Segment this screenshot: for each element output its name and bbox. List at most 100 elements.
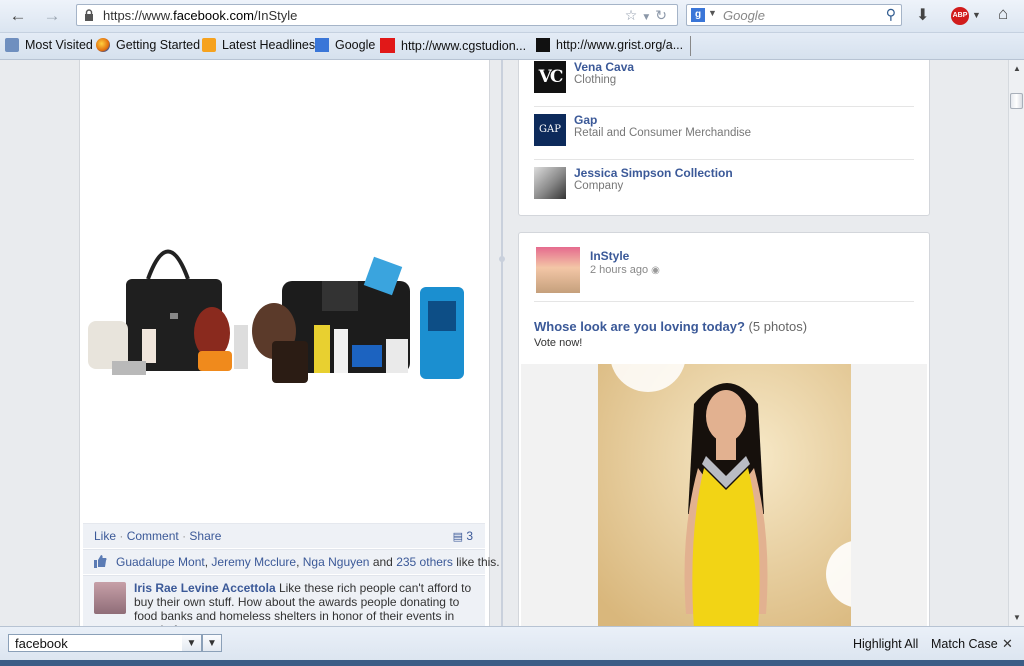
globe-icon: ◉ <box>651 265 660 276</box>
vertical-scrollbar[interactable]: ▲ ▼ <box>1008 60 1024 626</box>
bookmarks-separator <box>690 36 691 56</box>
page-name[interactable]: Jessica Simpson Collection <box>574 166 733 180</box>
find-input[interactable]: facebook <box>8 634 202 652</box>
likes-text: Guadalupe Mont, Jeremy Mcclure, Nga Nguy… <box>116 555 500 569</box>
home-icon[interactable]: ⌂ <box>998 4 1008 24</box>
search-bar[interactable]: g ▼ Google ⚲ <box>686 4 902 26</box>
commenter-avatar[interactable] <box>94 582 126 614</box>
page-category: Clothing <box>574 74 617 86</box>
liker-link[interactable]: Jeremy Mcclure <box>211 555 296 569</box>
navigation-toolbar: ← → https://www.facebook.com/InStyle ☆▼↻… <box>0 0 1024 33</box>
os-taskbar <box>0 660 1024 666</box>
bookmark-label: http://www.cgstudion... <box>401 39 527 53</box>
bookmark-getting-started[interactable]: Getting Started <box>96 38 200 54</box>
comment-link[interactable]: Comment <box>127 529 179 543</box>
divider <box>534 301 914 302</box>
like-link[interactable]: Like <box>94 529 116 543</box>
engine-dropdown-icon[interactable]: ▼ <box>708 8 717 18</box>
rss-icon <box>202 38 216 52</box>
photo-frame <box>521 364 927 626</box>
page-name[interactable]: Vena Cava <box>574 60 634 74</box>
highlight-all-button[interactable]: Highlight All <box>853 637 918 651</box>
red-square-icon <box>380 38 395 53</box>
url-bar[interactable]: https://www.facebook.com/InStyle ☆▼↻ <box>76 4 678 26</box>
bookmark-label: Google <box>335 38 376 52</box>
lock-icon <box>85 9 93 21</box>
search-magnifier-icon[interactable]: ⚲ <box>886 6 896 23</box>
photo-count: (5 photos) <box>748 319 808 334</box>
google-engine-icon[interactable]: g <box>691 8 705 22</box>
bookmark-label: Latest Headlines <box>222 38 316 52</box>
gap-logo: GAP <box>534 114 566 146</box>
divider <box>534 159 914 160</box>
bookmark-most-visited[interactable]: Most Visited <box>5 38 93 54</box>
bookmark-cgstudion[interactable]: http://www.cgstudion... <box>380 38 526 54</box>
bookmarks-toolbar: Most Visited Getting Started Latest Head… <box>0 33 1024 60</box>
reload-icon[interactable]: ↻ <box>655 7 671 23</box>
comment-body: Iris Rae Levine Accettola Like these ric… <box>134 581 479 626</box>
pages-liked-card: VC Vena Cava Clothing GAP Gap Retail and… <box>518 60 930 216</box>
list-item-jessica-simpson[interactable]: Jessica Simpson Collection Company <box>534 161 914 213</box>
divider <box>534 106 914 107</box>
page-category: Retail and Consumer Merchandise <box>574 127 752 139</box>
post-subtitle: Vote now! <box>534 337 583 349</box>
post-timestamp[interactable]: 2 hours ago ◉ <box>590 264 660 276</box>
left-post-card: Like · Comment · Share ▤ 3 Guadalupe Mon… <box>79 60 500 626</box>
post-time-text: 2 hours ago <box>590 264 649 276</box>
thumbs-up-icon <box>94 555 107 568</box>
comment-count-value: 3 <box>466 529 473 543</box>
action-separator: · <box>119 529 124 543</box>
bookmark-latest-headlines[interactable]: Latest Headlines <box>202 38 315 54</box>
page-viewport: Like · Comment · Share ▤ 3 Guadalupe Mon… <box>0 60 1008 626</box>
page-category: Company <box>574 180 624 192</box>
addon-dropdown-icon[interactable]: ▼ <box>972 10 981 20</box>
post-actions: Like · Comment · Share <box>94 529 221 543</box>
find-next-icon[interactable]: ▼ <box>182 634 202 652</box>
comment-count[interactable]: ▤ 3 <box>453 529 473 543</box>
find-previous-icon[interactable]: ▼ <box>202 634 222 652</box>
dropdown-arrow-icon[interactable]: ▼ <box>641 12 655 23</box>
page-name[interactable]: Gap <box>574 113 597 127</box>
google-icon <box>315 38 329 52</box>
others-link[interactable]: 235 others <box>396 555 453 569</box>
product-photo[interactable] <box>86 221 470 391</box>
find-bar: facebook ▼ ▼ Highlight All Match Case ✕ <box>0 626 1024 661</box>
commenter-name[interactable]: Iris Rae Levine Accettola <box>134 581 276 595</box>
likes-row: Guadalupe Mont, Jeremy Mcclure, Nga Nguy… <box>83 549 500 574</box>
url-actions: ☆▼↻ <box>625 7 671 24</box>
star-bookmark-icon[interactable]: ☆ <box>625 7 642 23</box>
featured-photo[interactable] <box>598 364 851 626</box>
grist-icon <box>536 38 550 52</box>
comment-item: Iris Rae Levine Accettola Like these ric… <box>83 575 485 626</box>
scroll-up-icon[interactable]: ▲ <box>1013 64 1021 73</box>
post-author[interactable]: InStyle <box>590 249 629 263</box>
list-item-vena-cava[interactable]: VC Vena Cava Clothing <box>534 60 914 107</box>
scroll-down-icon[interactable]: ▼ <box>1013 613 1021 622</box>
comment-bubble-icon: ▤ <box>452 531 463 543</box>
forward-icon[interactable]: → <box>42 6 62 26</box>
bookmark-google[interactable]: Google <box>315 38 375 54</box>
url-text: https://www.facebook.com/InStyle <box>103 8 298 23</box>
likes-suffix: like this. <box>456 555 500 569</box>
liker-link[interactable]: Nga Nguyen <box>303 555 370 569</box>
firefox-icon <box>96 38 110 52</box>
back-icon[interactable]: ← <box>8 6 28 26</box>
search-input[interactable]: Google <box>723 8 765 23</box>
action-separator: · <box>182 529 187 543</box>
timeline-dot <box>499 256 505 262</box>
share-link[interactable]: Share <box>189 529 221 543</box>
instyle-avatar[interactable] <box>536 247 580 293</box>
bookmark-grist[interactable]: http://www.grist.org/a... <box>536 38 683 54</box>
adblock-icon[interactable]: ABP <box>951 7 969 25</box>
most-visited-icon <box>5 38 19 52</box>
post-title[interactable]: Whose look are you loving today? (5 phot… <box>534 319 807 334</box>
vena-cava-logo: VC <box>534 61 566 93</box>
list-item-gap[interactable]: GAP Gap Retail and Consumer Merchandise <box>534 108 914 160</box>
downloads-icon[interactable]: ⬇ <box>916 5 929 25</box>
bookmark-label: Most Visited <box>25 38 93 52</box>
scrollbar-thumb[interactable] <box>1010 93 1023 109</box>
bookmark-label: Getting Started <box>116 38 201 52</box>
close-icon[interactable]: ✕ <box>1002 636 1013 652</box>
match-case-button[interactable]: Match Case <box>931 637 998 651</box>
liker-link[interactable]: Guadalupe Mont <box>116 555 205 569</box>
